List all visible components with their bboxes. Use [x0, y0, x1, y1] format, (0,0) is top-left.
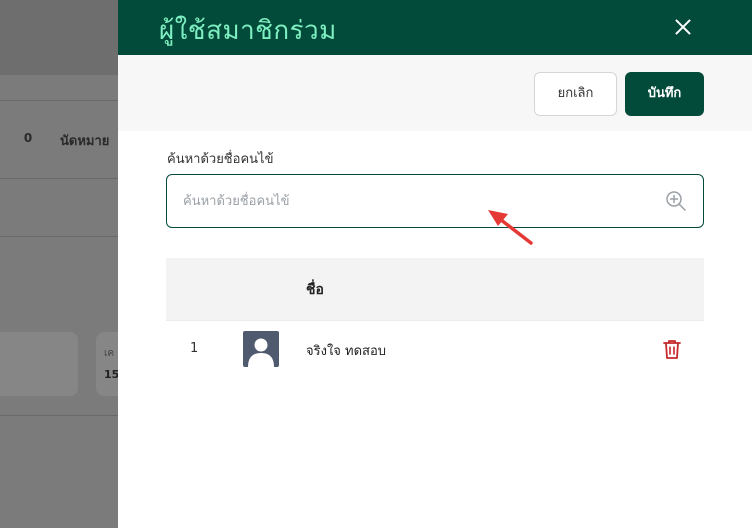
save-button[interactable]: บันทึก — [625, 72, 704, 116]
background-tab-count: 0 — [23, 131, 33, 145]
background-divider — [0, 236, 118, 237]
background-card — [0, 332, 78, 396]
table-row: 1 จริงใจ ทดสอบ — [166, 320, 704, 376]
co-member-drawer: ผู้ใช้สมาชิกร่วม ยกเลิก บันทึก ค้นหาด้วย… — [118, 0, 752, 528]
background-card-label: เค — [104, 348, 115, 359]
background-divider — [0, 178, 118, 179]
table-header: ชื่อ — [166, 258, 704, 320]
background-divider — [0, 100, 118, 101]
background-tab-appointments: นัดหมาย — [60, 134, 110, 149]
zoom-in-search-icon[interactable] — [664, 189, 688, 213]
user-placeholder-icon — [248, 338, 274, 367]
avatar — [243, 331, 279, 367]
action-bar: ยกเลิก บันทึก — [118, 55, 752, 131]
drawer-title: ผู้ใช้สมาชิกร่วม — [159, 16, 337, 46]
patient-search-input[interactable] — [183, 189, 653, 213]
patient-search-box[interactable] — [166, 174, 704, 228]
search-label: ค้นหาด้วยชื่อคนไข้ — [167, 152, 274, 167]
cancel-button[interactable]: ยกเลิก — [534, 72, 617, 116]
background-divider — [0, 415, 118, 416]
column-header-name: ชื่อ — [306, 282, 324, 298]
row-index: 1 — [190, 341, 199, 356]
close-icon[interactable] — [672, 16, 694, 38]
trash-icon[interactable] — [660, 337, 684, 361]
row-name: จริงใจ ทดสอบ — [306, 344, 387, 359]
background-header — [0, 0, 118, 75]
drawer-header: ผู้ใช้สมาชิกร่วม — [118, 0, 752, 55]
